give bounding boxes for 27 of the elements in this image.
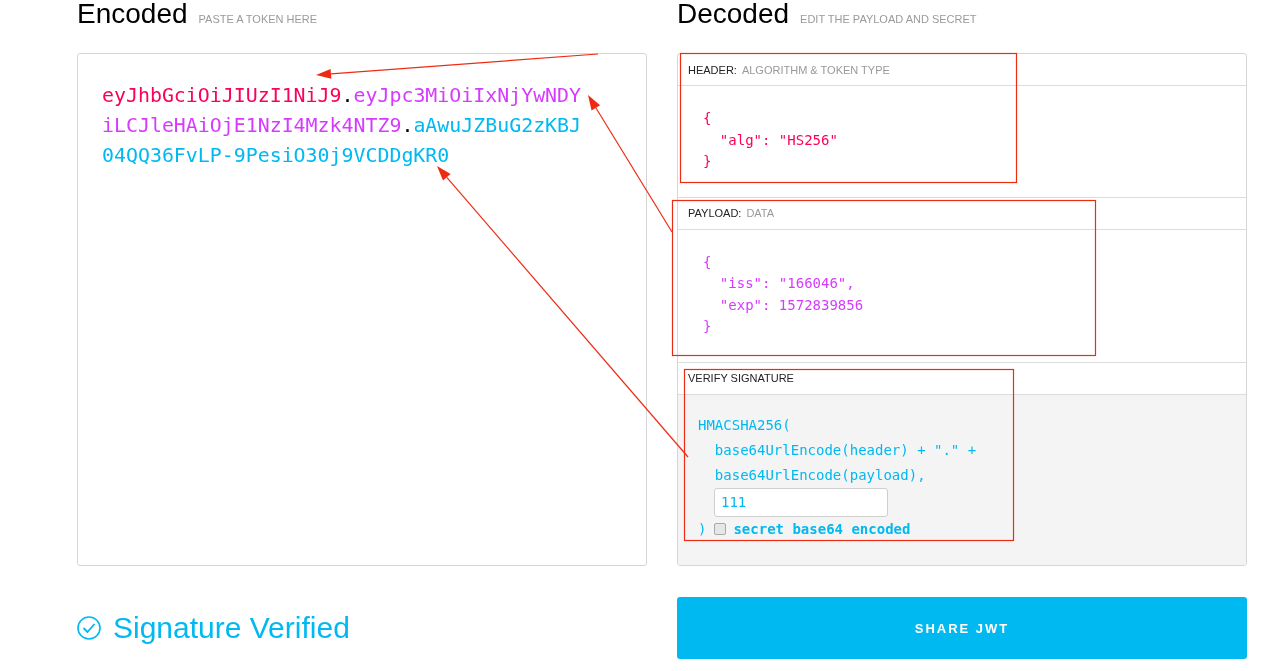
- section-label: PAYLOAD:: [688, 207, 742, 219]
- code-line: "alg": "HS256": [718, 130, 839, 150]
- code-line: base64UrlEncode(header) + "." +: [713, 440, 978, 460]
- code-line: {: [703, 109, 713, 128]
- token-input-field[interactable]: eyJhbGciOiJIUzI1NiJ9.eyJpc3MiOiIxNjYwNDYiLCJleHAiOjE1NzI4Mzk4NTZ9.aAwuJZBuG2zKBJ04QQ36FvLP-9PesiO30j9VCDDgKR0: [77, 53, 647, 566]
- secret-input[interactable]: 111: [714, 487, 888, 517]
- code-line: }: [703, 152, 713, 171]
- code-line: HMACSHA256(: [698, 415, 792, 435]
- code-line: {: [703, 252, 713, 272]
- code-line: base64UrlEncode(payload),: [713, 465, 927, 485]
- code-line: }: [703, 317, 713, 336]
- share-button[interactable]: SHARE JWT: [677, 597, 1247, 659]
- section-label: HEADER:: [688, 63, 737, 76]
- column-hint: EDIT THE PAYLOAD AND SECRET: [800, 13, 977, 25]
- section-hint: DATA: [746, 207, 775, 219]
- check-circle-icon: [77, 616, 101, 640]
- section-label: VERIFY SIGNATURE: [688, 372, 794, 384]
- column-title: Decoded: [677, 0, 790, 28]
- column-hint: PASTE A TOKEN HERE: [198, 13, 318, 25]
- code-text: ): [698, 519, 707, 539]
- code-line: "exp": 1572839856: [718, 295, 865, 315]
- section-hint: ALGORITHM & TOKEN TYPE: [741, 63, 890, 76]
- checkbox-label: secret base64 encoded: [733, 521, 911, 537]
- column-title: Encoded: [77, 0, 188, 28]
- checkbox[interactable]: [714, 523, 727, 535]
- status-text: Signature Verified: [113, 610, 350, 646]
- code-line: "iss": "166046",: [718, 274, 856, 293]
